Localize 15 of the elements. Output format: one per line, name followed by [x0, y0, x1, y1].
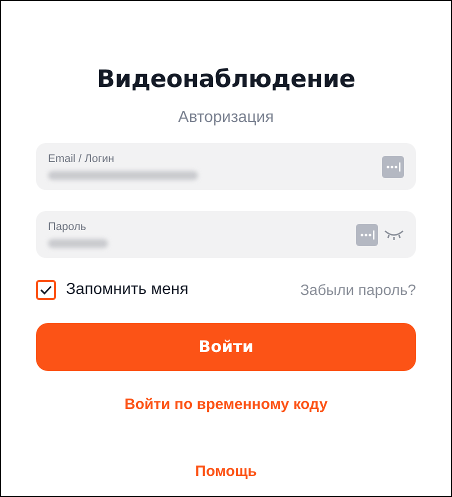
- email-field[interactable]: Email / Логин: [36, 143, 416, 190]
- remember-label[interactable]: Запомнить меня: [66, 281, 188, 299]
- password-manager-icon[interactable]: [382, 156, 404, 178]
- page-subtitle: Авторизация: [178, 109, 274, 127]
- redacted-value: [48, 239, 108, 248]
- forgot-password-link[interactable]: Забыли пароль?: [300, 282, 416, 298]
- password-field[interactable]: Пароль: [36, 211, 416, 258]
- password-manager-icon[interactable]: [356, 224, 378, 246]
- remember-checkbox[interactable]: [36, 280, 56, 300]
- check-icon: [40, 285, 52, 295]
- hidden-eye-icon[interactable]: [384, 228, 404, 240]
- help-link[interactable]: Помощь: [195, 463, 257, 480]
- login-button[interactable]: Войти: [36, 323, 416, 371]
- page-title: Видеонаблюдение: [96, 65, 356, 93]
- temporary-code-link[interactable]: Войти по временному коду: [124, 396, 328, 413]
